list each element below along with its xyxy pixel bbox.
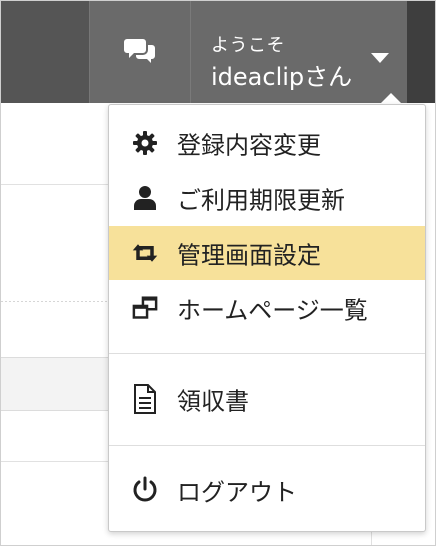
menu-item-renew-subscription[interactable]: ご利用期限更新	[109, 171, 425, 225]
document-icon	[131, 384, 159, 414]
chevron-down-icon	[371, 53, 389, 63]
menu-item-receipt[interactable]: 領収書	[109, 372, 425, 426]
menu-item-logout[interactable]: ログアウト	[109, 463, 425, 517]
top-navbar: ようこそ ideaclipさん	[1, 1, 435, 103]
menu-item-edit-registration[interactable]: 登録内容変更	[109, 116, 425, 170]
page-divider	[1, 301, 108, 302]
messages-button[interactable]	[90, 1, 191, 103]
navbar-left-area	[1, 1, 90, 103]
user-icon	[131, 184, 159, 212]
page-panel	[1, 357, 108, 411]
navbar-right-area	[407, 1, 435, 103]
page-divider	[371, 531, 372, 545]
menu-item-label: ご利用期限更新	[177, 186, 345, 215]
page-divider	[1, 461, 108, 462]
menu-item-label: 領収書	[177, 387, 249, 416]
menu-item-label: ログアウト	[177, 478, 297, 507]
menu-item-label: ホームページ一覧	[177, 296, 368, 325]
username: ideaclipさん	[211, 63, 353, 91]
swap-icon	[131, 239, 159, 267]
menu-separator	[109, 445, 425, 446]
menu-item-label: 管理画面設定	[177, 241, 321, 270]
menu-separator	[109, 353, 425, 354]
chat-bubbles-icon	[123, 36, 157, 68]
menu-item-label: 登録内容変更	[177, 131, 321, 160]
power-icon	[131, 476, 159, 504]
welcome-text: ようこそ	[211, 35, 285, 56]
app-window: ようこそ ideaclipさん 登録内容変更 ご利用期限更新 管理画面設定 ホー…	[0, 0, 436, 546]
menu-item-homepage-list[interactable]: ホームページ一覧	[109, 281, 425, 335]
menu-item-admin-settings[interactable]: 管理画面設定	[109, 226, 425, 280]
page-divider	[1, 184, 108, 185]
user-dropdown-menu: 登録内容変更 ご利用期限更新 管理画面設定 ホームページ一覧 領収書 ログアウト	[108, 104, 426, 532]
user-menu-toggle[interactable]: ようこそ ideaclipさん	[191, 1, 407, 103]
gear-icon	[131, 129, 159, 157]
window-restore-icon	[131, 294, 159, 322]
